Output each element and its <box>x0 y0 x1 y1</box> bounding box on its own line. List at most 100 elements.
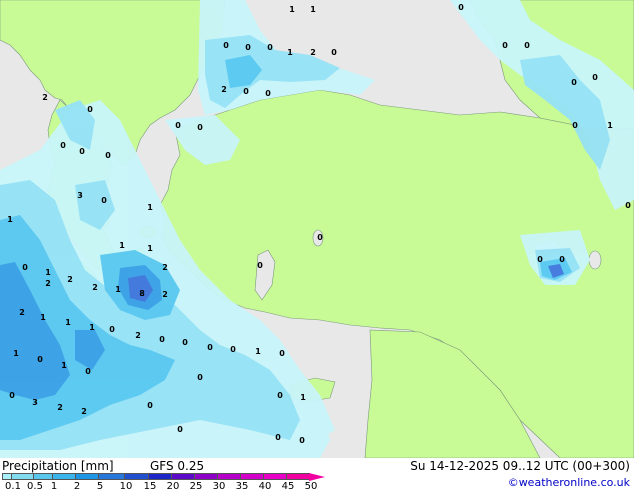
point-value: 1 <box>147 203 153 212</box>
point-value: 1 <box>287 48 293 57</box>
point-value: 3 <box>32 398 38 407</box>
point-value: 0 <box>257 261 263 270</box>
point-value: 2 <box>19 308 25 317</box>
scale-tick-label: 15 <box>143 481 157 492</box>
scale-swatch <box>194 473 218 480</box>
point-value: 1 <box>607 121 613 130</box>
point-value: 3 <box>77 191 83 200</box>
scale-tick-label: 1 <box>50 481 58 492</box>
point-value: 0 <box>537 255 543 264</box>
point-value: 0 <box>182 338 188 347</box>
point-value: 0 <box>207 343 213 352</box>
point-value: 0 <box>147 401 153 410</box>
scale-tick-label: 5 <box>96 481 104 492</box>
point-value: 2 <box>310 48 316 57</box>
point-value: 1 <box>7 215 13 224</box>
footer-bar: Precipitation [mm] GFS 0.25 Su 14-12-202… <box>0 458 634 492</box>
scale-tick-label: 50 <box>304 481 318 492</box>
scale-tick-label: 30 <box>212 481 226 492</box>
point-value: 0 <box>458 3 464 12</box>
point-value: 0 <box>9 391 15 400</box>
scale-swatch <box>124 473 149 480</box>
point-value: 1 <box>115 285 121 294</box>
point-value: 0 <box>101 196 107 205</box>
point-value: 0 <box>571 78 577 87</box>
scale-swatch <box>98 473 125 480</box>
point-value: 2 <box>162 263 168 272</box>
point-value: 0 <box>265 89 271 98</box>
point-value: 0 <box>245 43 251 52</box>
point-value: 1 <box>65 318 71 327</box>
point-value: 1 <box>255 347 261 356</box>
point-value: 0 <box>175 121 181 130</box>
point-value: 0 <box>177 425 183 434</box>
point-value: 0 <box>243 87 249 96</box>
point-value: 0 <box>109 325 115 334</box>
point-value: 1 <box>147 244 153 253</box>
point-value: 0 <box>559 255 565 264</box>
point-value: 2 <box>221 85 227 94</box>
scale-swatch <box>52 473 76 480</box>
point-value: 0 <box>197 123 203 132</box>
point-value: 0 <box>105 151 111 160</box>
point-value: 0 <box>22 263 28 272</box>
point-value: 2 <box>92 283 98 292</box>
point-value: 2 <box>135 331 141 340</box>
point-value: 1 <box>289 5 295 14</box>
point-value: 2 <box>42 93 48 102</box>
point-value: 1 <box>300 393 306 402</box>
point-value: 0 <box>275 433 281 442</box>
point-value: 0 <box>79 147 85 156</box>
point-value: 1 <box>61 361 67 370</box>
scale-swatch <box>33 473 53 480</box>
point-value: 2 <box>162 290 168 299</box>
scale-tick-label: 40 <box>258 481 272 492</box>
point-value: 0 <box>625 201 631 210</box>
product-title: Precipitation [mm] <box>2 459 114 473</box>
point-value: 1 <box>45 268 51 277</box>
scale-tick-label: 0.1 <box>5 481 21 492</box>
scale-swatch <box>217 473 241 480</box>
point-value: 2 <box>45 279 51 288</box>
point-value: 2 <box>67 275 73 284</box>
point-value: 0 <box>159 335 165 344</box>
valid-time: Su 14-12-2025 09..12 UTC (00+300) <box>410 459 630 473</box>
point-value: 8 <box>139 289 145 298</box>
point-value: 0 <box>197 373 203 382</box>
scale-swatch <box>286 473 310 480</box>
scale-swatch <box>171 473 195 480</box>
scale-tick-label: 45 <box>281 481 295 492</box>
point-value: 0 <box>60 141 66 150</box>
point-value: 0 <box>230 345 236 354</box>
scale-tick-label: 25 <box>189 481 203 492</box>
point-value: 2 <box>81 407 87 416</box>
point-value: 0 <box>277 391 283 400</box>
point-value: 0 <box>331 48 337 57</box>
scale-swatch <box>11 473 34 480</box>
scale-tick-label: 2 <box>73 481 81 492</box>
precipitation-map: 1 1 0 0 0 1 2 0 2 0 0 0 0 0 0 0 0 0 0 1 0 2 0 0 0 0 1 0 3 1 0 1 2 2 1 8 2 2 1 1… <box>0 0 634 458</box>
point-value: 0 <box>572 121 578 130</box>
scale-tick-label: 35 <box>235 481 249 492</box>
scale-swatch <box>240 473 264 480</box>
scale-tick-label: 20 <box>166 481 180 492</box>
point-value: 0 <box>223 41 229 50</box>
point-value: 0 <box>87 105 93 114</box>
point-value: 1 <box>119 241 125 250</box>
point-value: 0 <box>85 367 91 376</box>
scale-tick-label: 0.5 <box>27 481 43 492</box>
credit-link[interactable]: ©weatheronline.co.uk <box>508 476 630 489</box>
point-value: 0 <box>279 349 285 358</box>
point-value: 0 <box>502 41 508 50</box>
point-value: 1 <box>89 323 95 332</box>
model-name: GFS 0.25 <box>150 459 205 473</box>
lake-small-2 <box>588 250 602 270</box>
point-value: 0 <box>299 436 305 445</box>
point-value: 1 <box>13 349 19 358</box>
scale-arrow <box>309 473 325 481</box>
point-value: 0 <box>524 41 530 50</box>
scale-swatch <box>148 473 172 480</box>
scale-tick-label: 10 <box>119 481 133 492</box>
point-value: 0 <box>592 73 598 82</box>
point-value: 0 <box>317 233 323 242</box>
